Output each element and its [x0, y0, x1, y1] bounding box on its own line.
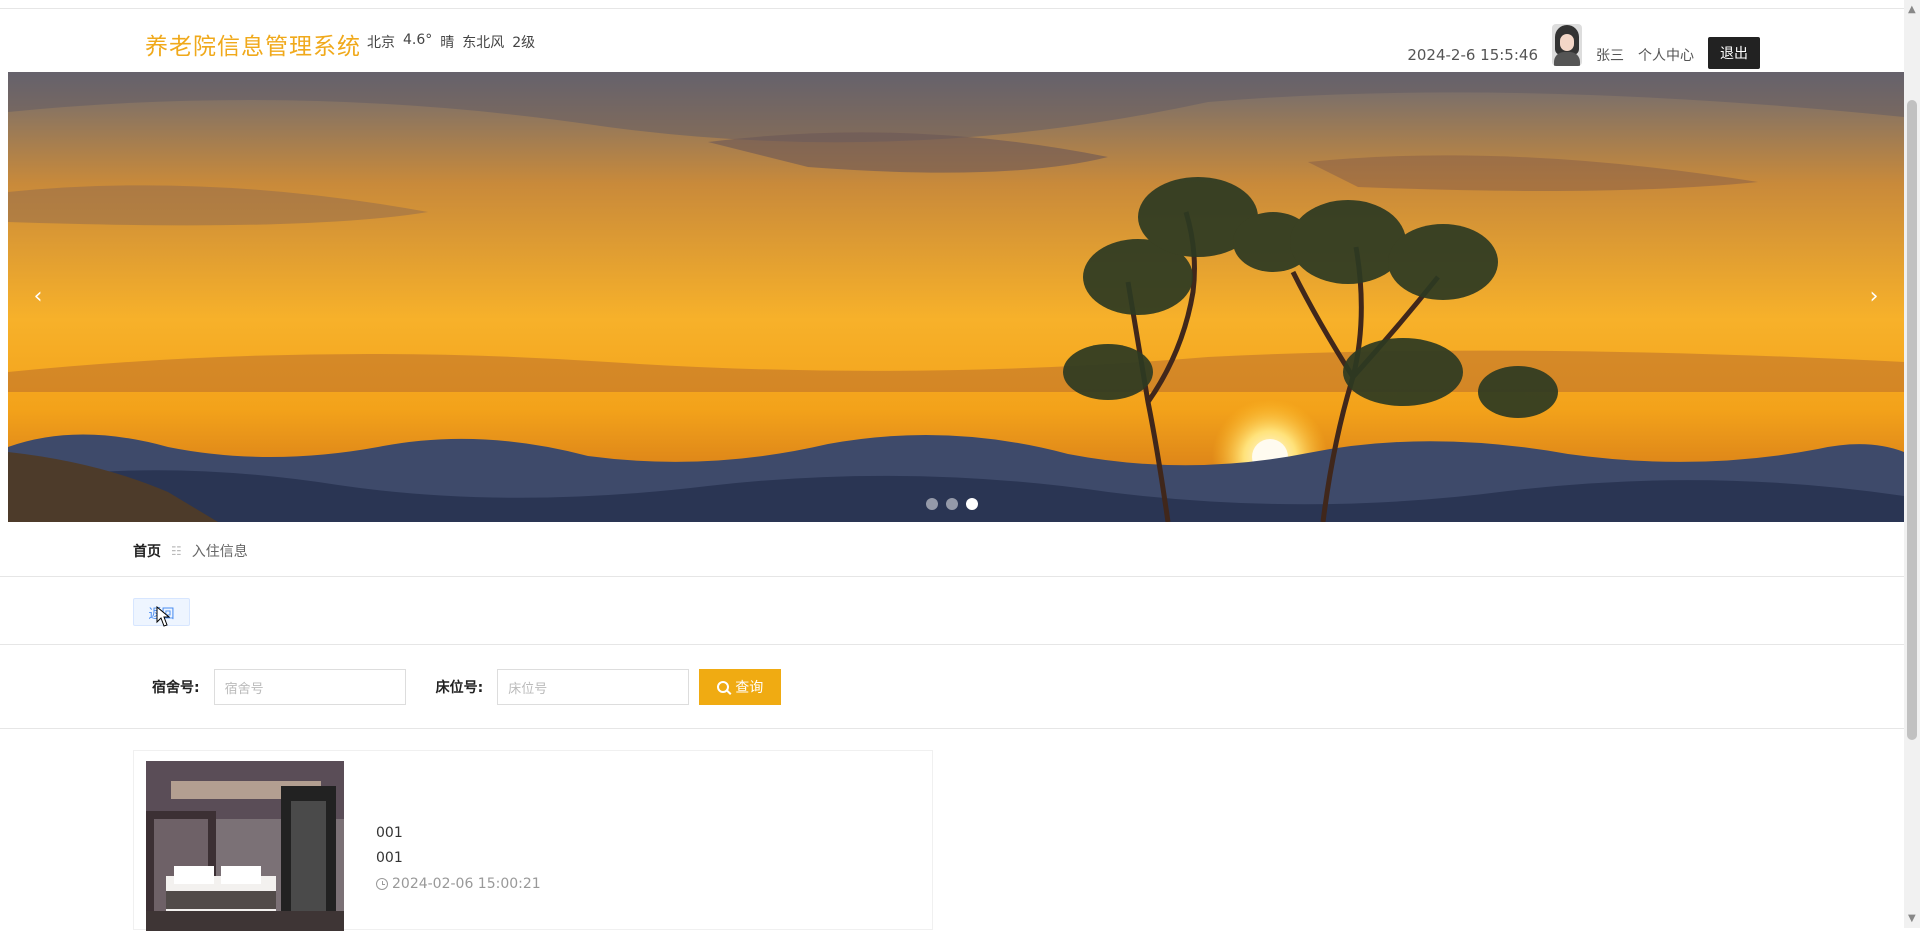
carousel-dot-2[interactable] — [946, 498, 958, 510]
scroll-thumb[interactable] — [1907, 100, 1917, 740]
breadcrumb-current: 入住信息 — [191, 544, 248, 560]
weather-city: 北京 — [367, 35, 395, 51]
carousel-dot-3[interactable] — [966, 498, 978, 510]
record-timestamp: 2024-02-06 15:00:21 — [392, 876, 541, 892]
dorm-input[interactable]: 宿舍号 — [213, 669, 406, 705]
carousel-indicators — [926, 498, 978, 510]
divider-top — [0, 576, 1904, 577]
scroll-down-icon[interactable]: ▼ — [1908, 913, 1916, 924]
weather-level: 2级 — [512, 35, 536, 51]
bed-input[interactable]: 床位号 — [497, 669, 690, 705]
search-button-label: 查询 — [735, 679, 764, 695]
carousel-next-button[interactable]: › — [1854, 276, 1894, 316]
weather-wind: 东北风 — [462, 35, 505, 51]
dorm-label: 宿舍号: — [152, 680, 200, 696]
avatar[interactable] — [1552, 24, 1582, 66]
weather-widget: 北京 4.6° 晴 东北风 2级 — [367, 32, 535, 52]
weather-temp: 4.6° — [403, 32, 433, 48]
breadcrumb-home[interactable]: 首页 — [133, 541, 161, 561]
mouse-cursor-icon — [156, 606, 170, 627]
record-dorm-number: 001 — [376, 825, 403, 841]
personal-center-link[interactable]: 个人中心 — [1638, 45, 1694, 65]
sunset-banner-image — [8, 72, 1904, 522]
search-form: 宿舍号: 宿舍号 床位号: 床位号 查询 — [152, 668, 782, 706]
breadcrumb-separator-icon: ☷ — [171, 544, 182, 558]
divider-middle — [0, 644, 1904, 645]
banner-carousel: ‹ › — [8, 72, 1904, 522]
system-title: 养老院信息管理系统 — [145, 34, 361, 60]
user-area: 2024-2-6 15:5:46 张三 个人中心 退出 — [1407, 19, 1760, 69]
weather-condition: 晴 — [440, 35, 455, 51]
vertical-scrollbar[interactable]: ▲ ▼ — [1904, 0, 1920, 928]
record-bed-number: 001 — [376, 850, 403, 866]
logout-button[interactable]: 退出 — [1708, 37, 1760, 69]
scroll-up-icon[interactable]: ▲ — [1908, 4, 1916, 15]
current-datetime: 2024-2-6 15:5:46 — [1407, 46, 1538, 64]
top-header: 养老院信息管理系统 北京 4.6° 晴 东北风 2级 2024-2-6 15:5… — [0, 8, 1904, 72]
page: 养老院信息管理系统 北京 4.6° 晴 东北风 2级 2024-2-6 15:5… — [0, 0, 1920, 931]
room-thumbnail — [146, 761, 344, 931]
carousel-prev-button[interactable]: ‹ — [18, 276, 58, 316]
username[interactable]: 张三 — [1596, 45, 1624, 65]
bed-label: 床位号: — [435, 680, 484, 696]
clock-icon — [376, 878, 388, 890]
divider-bottom — [0, 728, 1904, 729]
record-time: 2024-02-06 15:00:21 — [376, 876, 541, 892]
search-icon — [717, 681, 730, 693]
carousel-dot-1[interactable] — [926, 498, 938, 510]
breadcrumb: 首页 ☷ 入住信息 — [133, 541, 248, 561]
record-card[interactable]: 001 001 2024-02-06 15:00:21 — [133, 750, 933, 931]
search-button[interactable]: 查询 — [699, 669, 782, 705]
